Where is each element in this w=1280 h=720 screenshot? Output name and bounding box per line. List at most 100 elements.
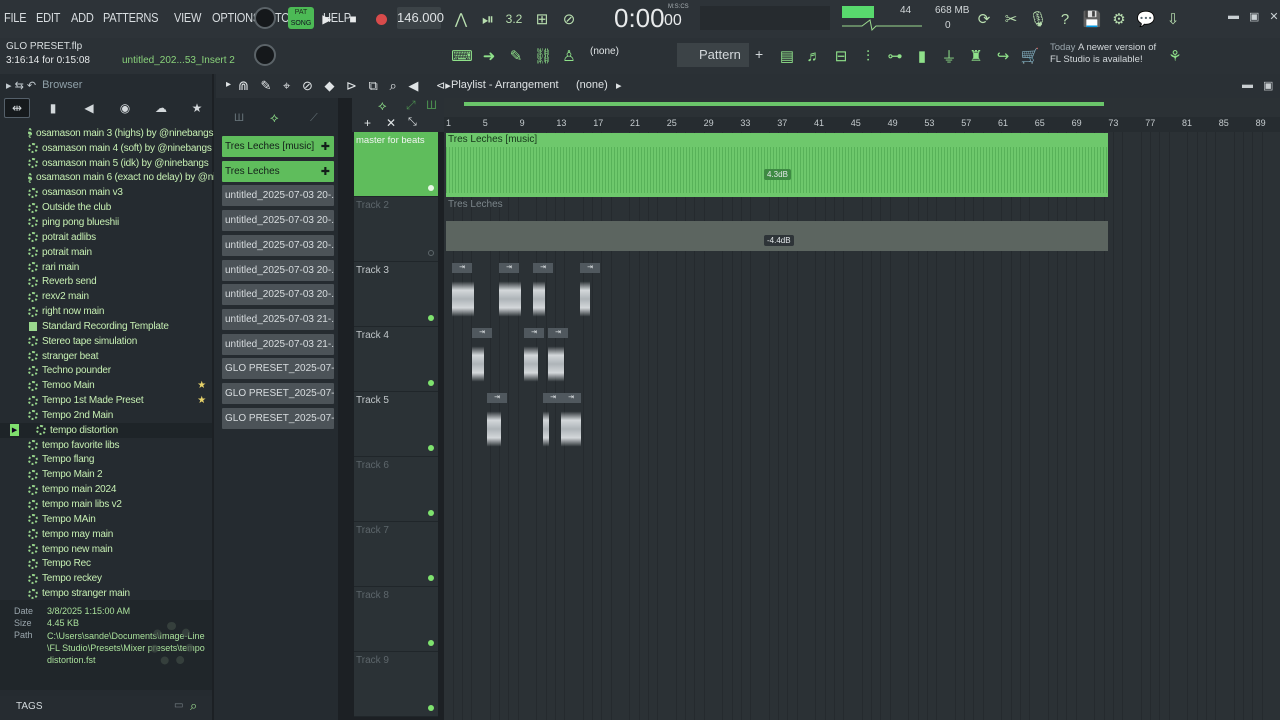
refresh-icon[interactable]: ⟳ bbox=[973, 8, 995, 30]
microphone-icon[interactable]: 🎙 bbox=[1027, 8, 1049, 30]
piano-roll-icon[interactable]: ♬ bbox=[803, 45, 825, 67]
browser-item[interactable]: tempo may main bbox=[0, 527, 212, 542]
pattern-picker-item[interactable]: untitled_2025-07-03 21-... bbox=[222, 333, 334, 355]
browser-item[interactable]: Tempo flang bbox=[0, 453, 212, 468]
browser-item[interactable]: tempo main 2024 bbox=[0, 482, 212, 497]
playlist-icon[interactable]: ▤ bbox=[776, 45, 798, 67]
pat-song-toggle[interactable]: PAT SONG bbox=[288, 7, 314, 29]
track-header[interactable]: Track 6 bbox=[354, 457, 438, 522]
audio-clip-main[interactable]: Tres Leches [music] 4.3dB bbox=[446, 133, 1108, 197]
browser-item[interactable]: tempo stranger main bbox=[0, 586, 212, 601]
browser-item[interactable]: rari main bbox=[0, 260, 212, 275]
menu-patterns[interactable]: PATTERNS bbox=[103, 10, 159, 25]
step-edit-icon[interactable]: ⊞ bbox=[531, 8, 553, 30]
all-tab-icon[interactable]: ⇹ bbox=[4, 98, 30, 118]
play-icon[interactable]: ▶ bbox=[316, 8, 338, 30]
audio-clip[interactable] bbox=[487, 407, 501, 451]
playlist-minimize-icon[interactable]: ▬ bbox=[1242, 79, 1253, 92]
bell-icon[interactable]: ♜ bbox=[965, 45, 987, 67]
playlist-menu-icon[interactable]: ▸ bbox=[226, 79, 231, 90]
browser-item[interactable]: osamason main 4 (soft) by @ninebangs bbox=[0, 141, 212, 156]
audio-clip[interactable] bbox=[548, 342, 564, 386]
add-pattern-icon[interactable]: + bbox=[755, 46, 763, 62]
browser-item[interactable]: Tempo reckey bbox=[0, 571, 212, 586]
browser-item[interactable]: potrait adlibs bbox=[0, 230, 212, 245]
arrow-icon[interactable]: ➜ bbox=[478, 45, 500, 67]
browser-item[interactable]: tempo new main bbox=[0, 542, 212, 557]
pattern-picker-item[interactable]: Tres Leches ✚ bbox=[222, 160, 334, 182]
channel-rack-icon[interactable]: ⊟ bbox=[830, 45, 852, 67]
pattern-picker-item[interactable]: GLO PRESET_2025-07-03... bbox=[222, 383, 334, 404]
browser-item[interactable]: stranger beat bbox=[0, 349, 212, 364]
browser-item[interactable]: rexv2 main bbox=[0, 289, 212, 304]
browser-item[interactable]: osamason main 6 (exact no delay) by @nin… bbox=[0, 171, 252, 186]
clip-menu-icon[interactable]: ⇥ bbox=[580, 263, 600, 273]
download-icon[interactable]: ⇩ bbox=[1162, 8, 1184, 30]
playlist-chevron-icon[interactable]: ▸ bbox=[616, 79, 622, 92]
plugin-icon[interactable]: ⚙ bbox=[1108, 8, 1130, 30]
wait-input-icon[interactable]: ⏯ bbox=[477, 8, 499, 30]
ruler-mode-icon[interactable]: Ш bbox=[426, 98, 437, 112]
browser-item[interactable]: ping pong blueshii bbox=[0, 215, 212, 230]
browser-item[interactable]: osamason main 3 (highs) by @ninebangs bbox=[0, 126, 214, 141]
update-icon[interactable]: ⚘ bbox=[1164, 45, 1186, 67]
browser-item[interactable]: Tempo Main 2 bbox=[0, 467, 212, 482]
drag-icon[interactable]: ✚ bbox=[321, 165, 330, 178]
hierarchy-icon[interactable]: ⊶ bbox=[884, 45, 906, 67]
clip-menu-icon[interactable]: ⇥ bbox=[472, 328, 492, 338]
tags-label[interactable]: TAGS bbox=[16, 701, 42, 712]
audio-clip[interactable] bbox=[533, 277, 545, 321]
loop-record-icon[interactable]: ⊘ bbox=[558, 8, 580, 30]
menu-add[interactable]: ADD bbox=[71, 10, 94, 25]
track-header[interactable]: Track 7 bbox=[354, 522, 438, 587]
horizontal-scrollbar[interactable] bbox=[464, 102, 1104, 106]
picker-automation-icon[interactable]: ⟋ bbox=[310, 112, 318, 125]
track-mute-led[interactable] bbox=[428, 445, 434, 451]
audio-clip-secondary[interactable]: -4.4dB bbox=[446, 221, 1108, 251]
link-icon[interactable]: ⛓ bbox=[532, 45, 554, 67]
share-icon[interactable]: ↪ bbox=[992, 45, 1014, 67]
playlist-maximize-icon[interactable]: ▣ bbox=[1263, 79, 1273, 92]
track-mute-led[interactable] bbox=[428, 705, 434, 711]
plugins-tab-icon[interactable]: ◀ bbox=[76, 98, 102, 118]
plug-icon[interactable]: ⏚ bbox=[938, 45, 960, 67]
browser-item[interactable]: Reverb send bbox=[0, 274, 212, 289]
clip-menu-icon[interactable]: ⇥ bbox=[499, 263, 519, 273]
master-pitch-knob[interactable] bbox=[254, 44, 276, 66]
star-icon[interactable]: ★ bbox=[197, 395, 206, 406]
track-header[interactable]: Track 4 bbox=[354, 327, 438, 392]
add-track-icon[interactable]: + bbox=[364, 116, 371, 130]
stretch-icon[interactable]: ⤢ bbox=[406, 98, 416, 113]
playlist-pattern[interactable]: (none) bbox=[576, 79, 608, 91]
pencil-icon[interactable]: ✎ bbox=[505, 45, 527, 67]
browser-item[interactable]: tempo main libs v2 bbox=[0, 497, 212, 512]
clip-menu-icon[interactable]: ⇥ bbox=[561, 393, 581, 403]
browser-item[interactable]: tempo favorite libs bbox=[0, 438, 212, 453]
track-mute-led[interactable] bbox=[428, 185, 434, 191]
track-header[interactable]: Track 3 bbox=[354, 262, 438, 327]
audio-clip[interactable] bbox=[524, 342, 538, 386]
news-text[interactable]: A newer version of FL Studio is availabl… bbox=[1050, 42, 1160, 66]
pattern-picker-item[interactable]: untitled_2025-07-03 20-... bbox=[222, 185, 334, 207]
file-icon[interactable]: ▮ bbox=[911, 45, 933, 67]
browser-item[interactable]: right now main bbox=[0, 304, 212, 319]
audio-clip[interactable] bbox=[561, 407, 581, 451]
preview-play-icon[interactable]: ▶ bbox=[10, 424, 19, 437]
countdown-icon[interactable]: 3.2 bbox=[503, 8, 525, 30]
audio-clip[interactable] bbox=[580, 277, 590, 321]
save-icon[interactable]: 💾 bbox=[1081, 8, 1103, 30]
delete-track-icon[interactable]: ✕ bbox=[386, 116, 396, 130]
favorites-tab-icon[interactable]: ★ bbox=[184, 98, 210, 118]
snap-selector[interactable]: (none) bbox=[590, 46, 619, 57]
track-header[interactable]: Track 5 bbox=[354, 392, 438, 457]
track-mute-led[interactable] bbox=[428, 510, 434, 516]
browser-item[interactable]: Temoo Main ★ bbox=[0, 378, 212, 393]
zoom-icon[interactable]: ⟡ bbox=[378, 98, 387, 114]
folder-icon[interactable]: ▭ bbox=[174, 700, 183, 711]
browser-menu-icon[interactable]: ▸ ⇆ ↶ bbox=[6, 79, 36, 92]
browser-item[interactable]: Tempo 2nd Main bbox=[0, 408, 212, 423]
clip-menu-icon[interactable]: ⇥ bbox=[487, 393, 507, 403]
clip-menu-icon[interactable]: ⇥ bbox=[548, 328, 568, 338]
pattern-picker-item[interactable]: untitled_2025-07-03 20-... bbox=[222, 259, 334, 281]
chat-icon[interactable]: 💬 bbox=[1135, 8, 1157, 30]
